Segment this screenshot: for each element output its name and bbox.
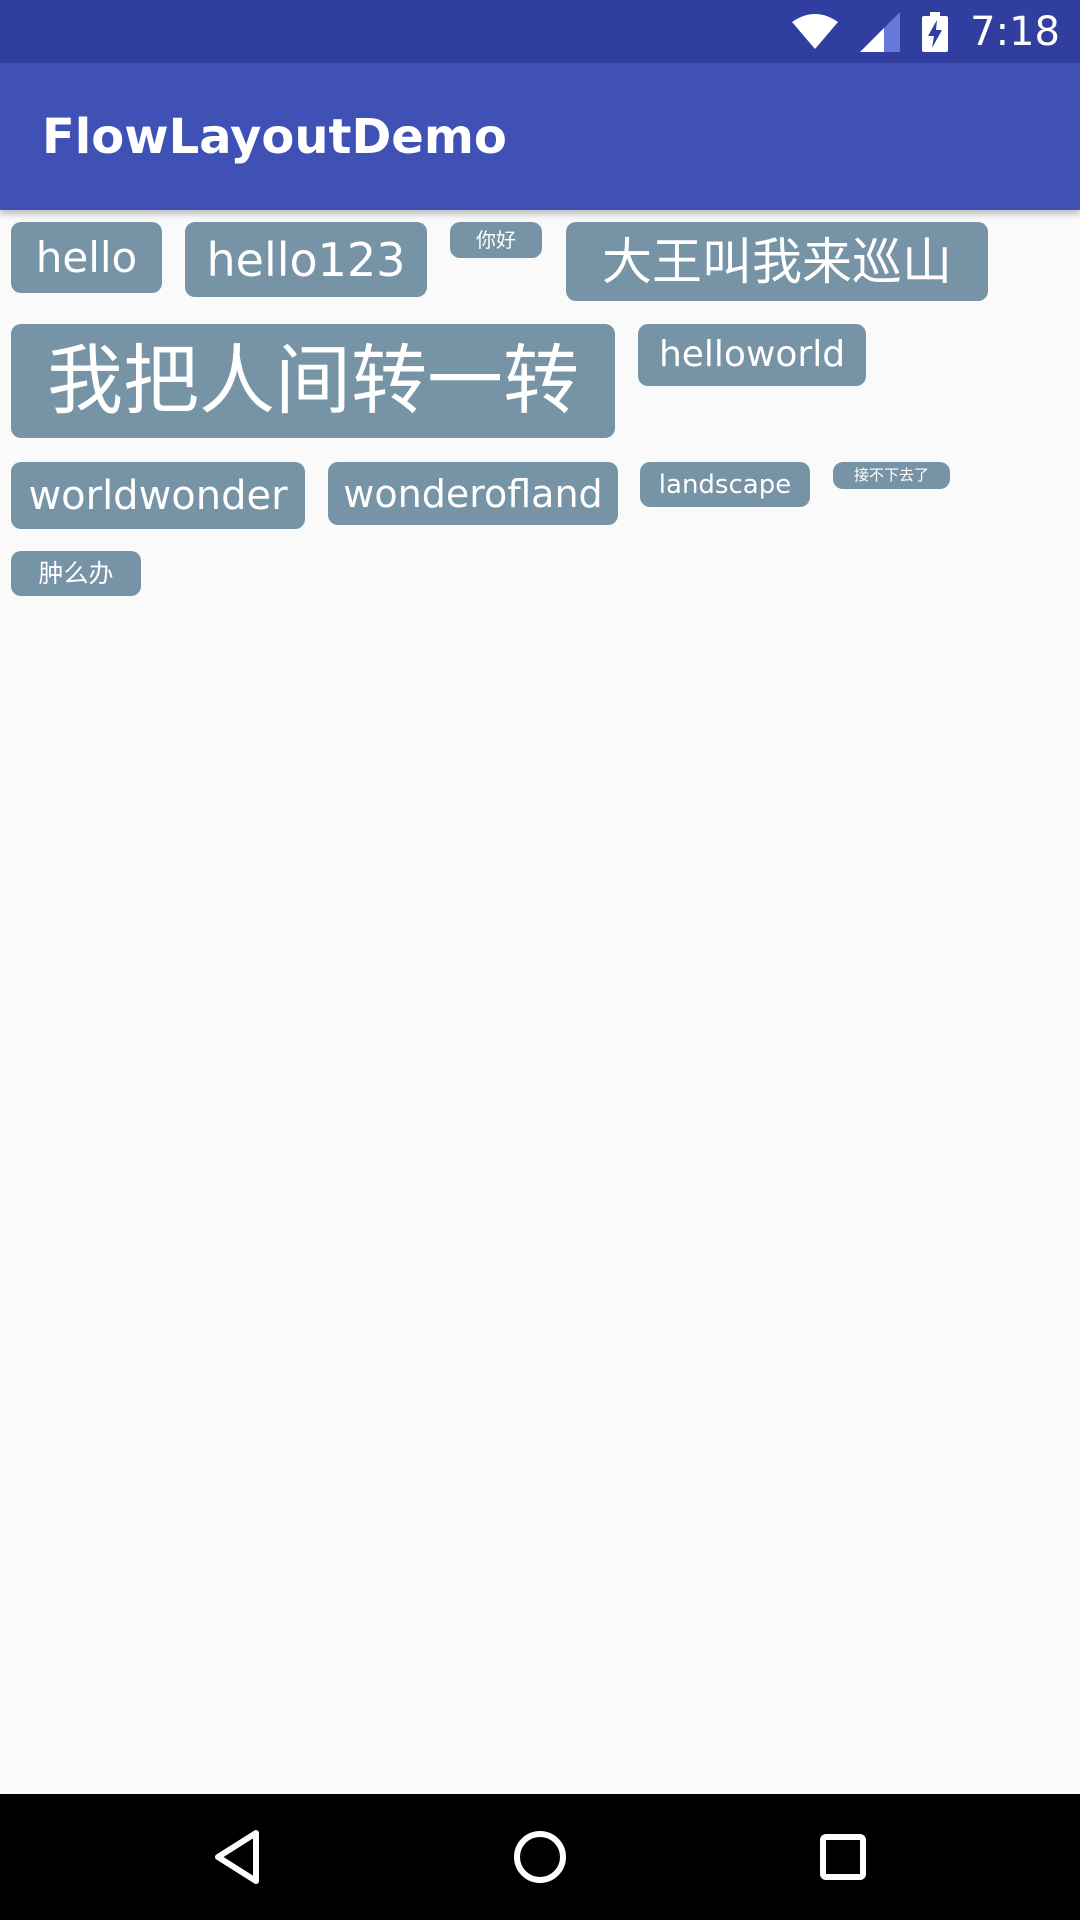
tag-wonderofland[interactable]: wonderofland	[328, 462, 618, 525]
home-icon	[514, 1831, 566, 1883]
flow-layout: hello hello123 你好 大王叫我来巡山 我把人间转一转 hellow…	[0, 210, 1080, 1794]
tag-hello123[interactable]: hello123	[185, 222, 427, 297]
tag-dawang[interactable]: 大王叫我来巡山	[566, 222, 988, 301]
tag-nihao[interactable]: 你好	[450, 222, 542, 258]
tag-worldwonder[interactable]: worldwonder	[11, 462, 305, 529]
tag-helloworld[interactable]: helloworld	[638, 324, 866, 386]
tag-landscape[interactable]: landscape	[640, 462, 810, 507]
status-icons: 7:18	[792, 0, 1060, 63]
back-icon	[215, 1830, 259, 1884]
tag-hello[interactable]: hello	[11, 222, 162, 293]
back-button[interactable]	[202, 1822, 272, 1892]
home-button[interactable]	[505, 1822, 575, 1892]
tag-zhongmeban[interactable]: 肿么办	[11, 551, 141, 596]
tag-wobarenjian[interactable]: 我把人间转一转	[11, 324, 615, 438]
status-time: 7:18	[970, 8, 1060, 55]
recents-icon	[820, 1834, 866, 1880]
screen: 7:18 FlowLayoutDemo hello hello123 你好 大王…	[0, 0, 1080, 1920]
app-bar: FlowLayoutDemo	[0, 63, 1080, 210]
app-title: FlowLayoutDemo	[42, 108, 507, 165]
battery-charging-icon	[922, 11, 949, 52]
cell-signal-icon	[860, 11, 901, 52]
nav-bar	[0, 1794, 1080, 1920]
recents-button[interactable]	[808, 1822, 878, 1892]
wifi-icon	[792, 13, 839, 49]
status-bar: 7:18	[0, 0, 1080, 63]
tag-jiebuxiaqule[interactable]: 接不下去了	[833, 462, 950, 489]
